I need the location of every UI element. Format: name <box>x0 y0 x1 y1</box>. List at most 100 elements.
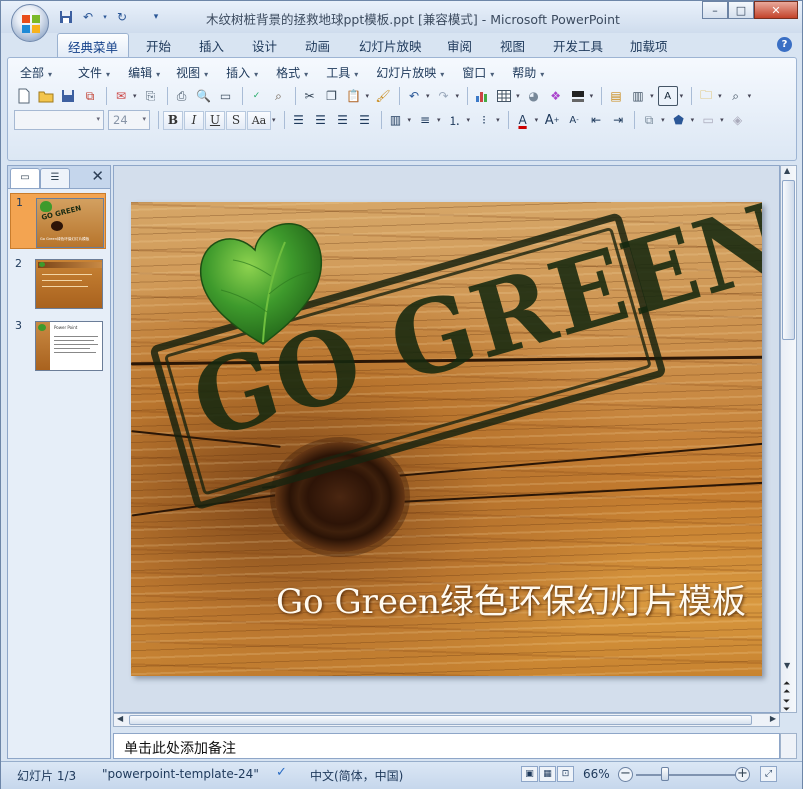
chevron-down-icon[interactable]: ▾ <box>661 116 665 124</box>
zoom-slider-knob[interactable] <box>661 767 669 781</box>
zoom-icon[interactable]: ⌕ <box>726 86 746 106</box>
line-spacing-icon[interactable]: ≡ <box>415 110 435 130</box>
undo-icon[interactable]: ↶ <box>79 8 97 26</box>
underline-button[interactable]: U <box>205 110 225 130</box>
justify-icon[interactable]: ☰ <box>355 110 375 130</box>
chevron-down-icon[interactable]: ▾ <box>272 116 276 124</box>
chevron-down-icon[interactable]: ▾ <box>748 92 752 100</box>
research-icon[interactable]: ⌕ <box>269 86 289 106</box>
slide-view-icon[interactable]: ▭ <box>216 86 236 106</box>
help-icon[interactable]: ? <box>777 37 792 52</box>
export-pdf-icon[interactable]: ⎘ <box>141 86 161 106</box>
chevron-down-icon[interactable]: ▾ <box>408 116 412 124</box>
textbox-icon[interactable]: A <box>657 86 678 106</box>
undo-dropdown-icon[interactable]: ▾ <box>101 8 109 26</box>
color-scheme-icon[interactable] <box>568 86 588 106</box>
chevron-down-icon[interactable]: ▾ <box>650 92 654 100</box>
vertical-scroll-thumb[interactable] <box>782 180 795 340</box>
chevron-down-icon[interactable]: ▾ <box>720 116 724 124</box>
horizontal-scrollbar[interactable]: ◀ ▶ <box>113 713 780 727</box>
italic-button[interactable]: I <box>184 110 204 130</box>
menu-tools[interactable]: 工具 ▾ <box>318 62 366 82</box>
align-right-icon[interactable]: ☰ <box>333 110 353 130</box>
tab-outline[interactable]: ☰ <box>40 168 70 188</box>
bullets-icon[interactable]: ⁝ <box>474 110 494 130</box>
font-name-field[interactable]: ▾ <box>14 110 104 130</box>
zoom-slider[interactable] <box>636 774 736 776</box>
save-icon[interactable] <box>58 86 78 106</box>
tab-slides[interactable]: ▭ <box>10 168 40 188</box>
fit-to-window-icon[interactable]: ⤢ <box>760 766 777 782</box>
tab-insert[interactable]: 插入 <box>199 36 224 55</box>
customize-qat-icon[interactable]: ▾ <box>147 8 165 26</box>
scroll-right-icon[interactable]: ▶ <box>770 714 776 723</box>
undo-icon[interactable]: ↶ <box>404 86 424 106</box>
font-color-icon[interactable]: A <box>513 110 533 130</box>
new-slide-icon[interactable]: ▤ <box>606 86 626 106</box>
language-indicator[interactable]: 中文(简体，中国) <box>310 767 403 784</box>
notes-pane[interactable]: 单击此处添加备注 <box>113 733 780 759</box>
email-icon[interactable]: ✉ <box>111 86 131 106</box>
close-pane-icon[interactable]: ✕ <box>91 167 104 185</box>
tab-slideshow[interactable]: 幻灯片放映 <box>359 36 422 55</box>
numbering-icon[interactable]: ⒈ <box>445 110 465 130</box>
thumbnail-slide-2[interactable]: 2 <box>10 255 106 311</box>
shapes-icon[interactable]: ⬟ <box>669 110 689 130</box>
tab-view[interactable]: 视图 <box>500 36 525 55</box>
change-case-button[interactable]: Aa <box>247 110 271 130</box>
menu-all[interactable]: 全部 ▾ <box>12 62 60 82</box>
tab-home[interactable]: 开始 <box>146 36 171 55</box>
thumbnail-slide-1[interactable]: 1 GO GREEN Go Green绿色环保幻灯片模板 <box>10 193 106 249</box>
bold-button[interactable]: B <box>163 110 183 130</box>
menu-insert[interactable]: 插入 ▾ <box>218 62 266 82</box>
grow-font-icon[interactable]: A + <box>542 110 562 130</box>
permission-icon[interactable]: ⧉ <box>80 86 100 106</box>
columns-icon[interactable]: ▥ <box>386 110 406 130</box>
shrink-font-icon[interactable]: A- <box>564 110 584 130</box>
insert-clipart-icon[interactable]: ◕ <box>524 86 544 106</box>
menu-window[interactable]: 窗口 ▾ <box>454 62 502 82</box>
chevron-down-icon[interactable]: ▾ <box>535 116 539 124</box>
align-left-icon[interactable]: ☰ <box>289 110 309 130</box>
next-slide-icon[interactable]: ⏷ ⏷ <box>783 698 790 715</box>
font-size-field[interactable]: 24 ▾ <box>108 110 150 130</box>
tab-addins[interactable]: 加载项 <box>630 36 668 55</box>
zoom-in-button[interactable]: + <box>735 767 750 782</box>
slide-layout-icon[interactable]: ▥ <box>628 86 648 106</box>
slide-sorter-view-icon[interactable]: ▦ <box>539 766 556 782</box>
align-center-icon[interactable]: ☰ <box>311 110 331 130</box>
minimize-button[interactable]: – <box>702 1 728 19</box>
chevron-down-icon[interactable]: ▾ <box>691 116 695 124</box>
tab-animations[interactable]: 动画 <box>305 36 330 55</box>
tab-design[interactable]: 设计 <box>252 36 277 55</box>
insert-picture-icon[interactable]: ❖ <box>546 86 566 106</box>
format-painter-icon[interactable]: 🖌 <box>373 86 393 106</box>
menu-view[interactable]: 视图 ▾ <box>168 62 216 82</box>
chevron-down-icon[interactable]: ▾ <box>590 92 594 100</box>
arrange-icon[interactable]: ⧉ <box>639 110 659 130</box>
normal-view-icon[interactable]: ▣ <box>521 766 538 782</box>
copy-icon[interactable]: ❐ <box>322 86 342 106</box>
scroll-down-icon[interactable]: ▼ <box>784 661 790 670</box>
cut-icon[interactable]: ✂ <box>300 86 320 106</box>
previous-slide-icon[interactable]: ⏶ ⏶ <box>783 680 790 697</box>
slideshow-view-icon[interactable]: ⊡ <box>557 766 574 782</box>
scroll-up-icon[interactable]: ▲ <box>784 166 790 175</box>
tab-developer[interactable]: 开发工具 <box>553 36 603 55</box>
tab-review[interactable]: 审阅 <box>447 36 472 55</box>
new-icon[interactable] <box>14 86 34 106</box>
close-button[interactable]: ✕ <box>754 1 798 19</box>
slide-title[interactable]: Go Green绿色环保幻灯片模板 <box>131 574 762 623</box>
notes-scrollbar[interactable] <box>780 733 797 759</box>
thumbnail-slide-3[interactable]: 3 Power Point <box>10 317 106 373</box>
chevron-down-icon[interactable]: ▾ <box>680 92 684 100</box>
increase-indent-icon[interactable]: ⇥ <box>608 110 628 130</box>
quick-styles-icon[interactable]: ▭ <box>698 110 718 130</box>
spelling-icon[interactable]: ✓ <box>247 86 267 106</box>
vertical-scrollbar[interactable]: ▲ ▼ ⏶ ⏶ ⏷ ⏷ <box>780 165 797 715</box>
folder-icon[interactable]: 🗀 <box>696 86 716 106</box>
shadow-button[interactable]: S <box>226 110 246 130</box>
open-icon[interactable] <box>36 86 56 106</box>
chevron-down-icon[interactable]: ▾ <box>133 92 137 100</box>
menu-edit[interactable]: 编辑 ▾ <box>120 62 168 82</box>
